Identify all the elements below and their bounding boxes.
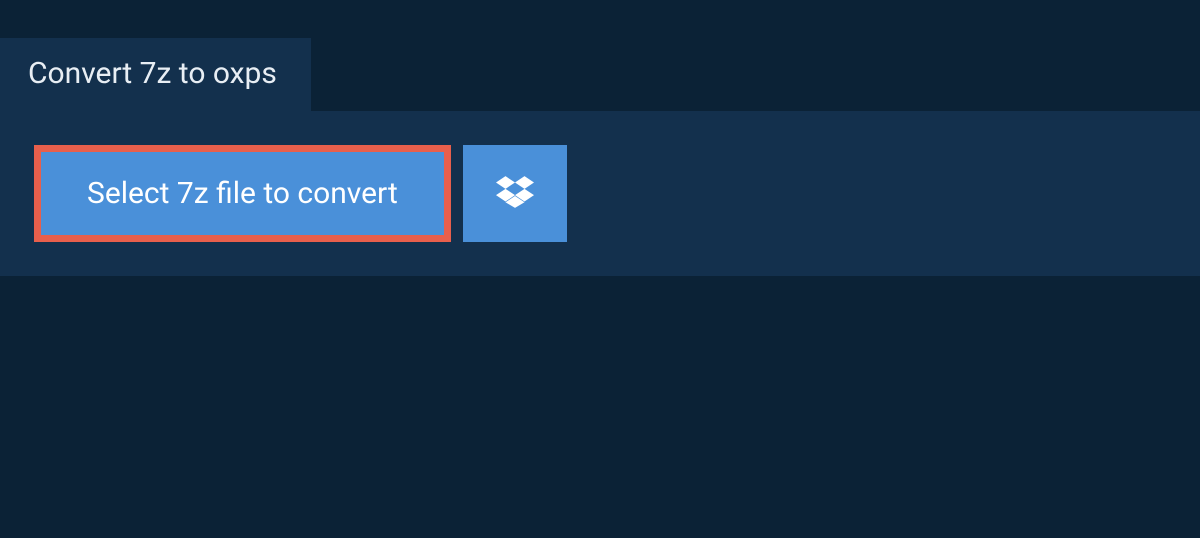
dropbox-button[interactable] — [463, 145, 567, 242]
convert-panel: Select 7z file to convert — [0, 111, 1200, 276]
select-file-button[interactable]: Select 7z file to convert — [34, 145, 451, 242]
dropbox-icon — [496, 173, 534, 214]
button-row: Select 7z file to convert — [34, 145, 1166, 242]
tab-label: Convert 7z to oxps — [28, 56, 277, 91]
tab-convert[interactable]: Convert 7z to oxps — [0, 38, 311, 111]
select-file-label: Select 7z file to convert — [87, 176, 398, 211]
